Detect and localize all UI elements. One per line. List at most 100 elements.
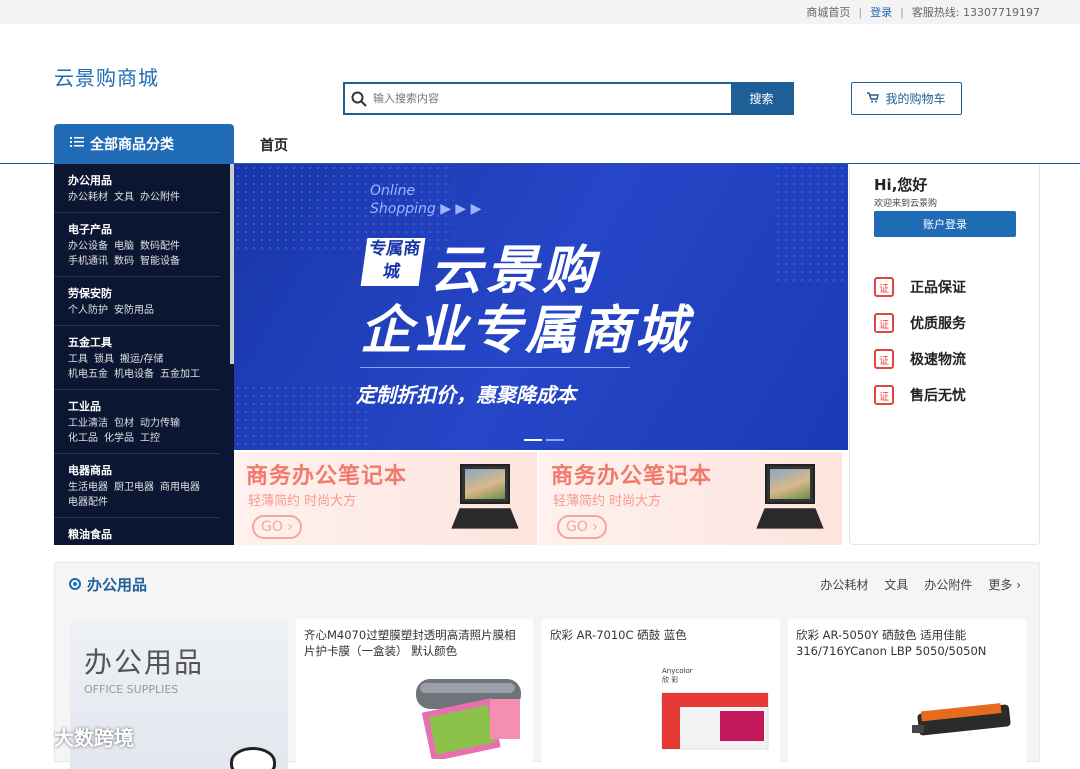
category-item[interactable]: 粮油食品 [54,518,220,545]
svg-text:Anycolor: Anycolor [662,667,693,675]
category-title[interactable]: 工业品 [68,398,206,414]
floor-banner-subtitle: OFFICE SUPPLIES [84,683,179,696]
product-card[interactable]: 欣彩 AR-7010C 硒鼓 蓝色 Anycolor 欣 彩 [542,619,780,769]
category-title[interactable]: 五金工具 [68,334,206,350]
subcategory-link[interactable]: 五金加工 [160,369,200,380]
category-item[interactable]: 电子产品 办公设备 电脑 数码配件手机通讯 数码 智能设备 [54,213,220,277]
promo-card[interactable]: 商务办公笔记本 轻薄简约 时尚大方 GO › [234,452,537,545]
floor-link[interactable]: 办公耗材 [820,576,868,593]
promo-go-button[interactable]: GO › [252,515,302,539]
subcategory-link[interactable]: 工具 [68,354,88,365]
category-item[interactable]: 五金工具 工具 锁具 搬运/存储机电五金 机电设备 五金加工 [54,326,220,390]
laptop-image [756,464,824,530]
feature-label: 极速物流 [910,352,966,368]
category-title[interactable]: 劳保安防 [68,285,206,301]
dot-pattern [234,384,374,450]
product-card[interactable]: 欣彩 AR-5050Y 硒鼓色 适用佳能316/716YCanon LBP 50… [788,619,1026,769]
feature-item: 证极速物流 [874,349,966,369]
subcategory-link[interactable]: 化学品 [104,433,134,444]
hero-banner[interactable]: Online Shopping ▶ ▶ ▶ 专属商城 云景购 企业专属商城 定制折… [234,164,848,450]
carousel-indicators[interactable] [524,439,564,441]
category-item[interactable]: 工业品 工业清洁 包材 动力传输化工品 化学品 工控 [54,390,220,454]
subcategory-link[interactable]: 商用电器 [160,482,200,493]
subcategory-link[interactable]: 智能设备 [140,256,180,267]
subcategory-link[interactable]: 厨卫电器 [114,482,154,493]
certificate-icon: 证 [874,349,894,369]
certificate-icon: 证 [874,277,894,297]
category-title[interactable]: 粮油食品 [68,526,206,542]
subcategory-link[interactable]: 锁具 [94,354,114,365]
search-bar: 搜索 [343,82,794,115]
subcategory-link[interactable]: 包材 [114,418,134,429]
site-logo[interactable]: 云景购商城 [54,62,159,91]
subcategory-link[interactable]: 工业清洁 [68,418,108,429]
cart-label: 我的购物车 [885,92,946,106]
mall-home-link[interactable]: 商城首页 [806,4,850,20]
subcategory-link[interactable]: 文具 [114,192,134,203]
search-icon [345,84,373,113]
subcategory-link[interactable]: 办公耗材 [68,192,108,203]
category-item[interactable]: 劳保安防 个人防护 安防用品 [54,277,220,326]
floor-banner-title: 办公用品 [84,646,205,679]
category-item[interactable]: 电器商品 生活电器 厨卫电器 商用电器电器配件 [54,454,220,518]
bullet-icon [69,578,81,590]
category-title[interactable]: 办公用品 [68,172,206,188]
floor-link[interactable]: 办公附件 [924,576,972,593]
greeting: Hi,您好 [874,176,928,194]
product-card[interactable]: 齐心M4070过塑膜塑封透明高清照片膜相片护卡膜（一盒装） 默认颜色 [296,619,533,769]
carousel-dot[interactable] [524,439,542,441]
product-name[interactable]: 齐心M4070过塑膜塑封透明高清照片膜相片护卡膜（一盒装） 默认颜色 [296,619,533,659]
search-button[interactable]: 搜索 [731,84,792,113]
certificate-icon: 证 [874,313,894,333]
subcategory-link[interactable]: 机电设备 [114,369,154,380]
header: 云景购商城 搜索 我的购物车 [0,24,1080,124]
feature-label: 正品保证 [910,280,966,296]
category-item[interactable]: 办公用品 办公耗材 文具 办公附件 [54,164,220,213]
watermark-logo-icon [10,722,48,751]
subcategory-link[interactable]: 工控 [140,433,160,444]
divider: | [900,5,904,19]
more-link[interactable]: 更多 › [988,576,1021,593]
watermark-text: 大数跨境 [54,726,134,750]
toner-cartridge-image [912,703,1011,736]
nav-home-link[interactable]: 首页 [260,135,288,155]
subcategory-link[interactable]: 办公附件 [140,192,180,203]
product-name[interactable]: 欣彩 AR-7010C 硒鼓 蓝色 [542,619,780,643]
list-icon [70,136,84,152]
category-title[interactable]: 电器商品 [68,462,206,478]
subcategory-link[interactable]: 安防用品 [114,305,154,316]
laminator-image [416,679,521,759]
search-input[interactable] [373,84,731,113]
category-panel: 办公用品 办公耗材 文具 办公附件 电子产品 办公设备 电脑 数码配件手机通讯 数码 智能设… [54,164,234,545]
subcategory-link[interactable]: 个人防护 [68,305,108,316]
promo-go-button[interactable]: GO › [557,515,607,539]
certificate-icon: 证 [874,385,894,405]
promo-subtitle: 轻薄简约 时尚大方 [553,494,662,509]
subcategory-link[interactable]: 搬运/存储 [120,354,163,365]
all-categories-button[interactable]: 全部商品分类 [54,124,234,164]
subcategory-link[interactable]: 机电五金 [68,369,108,380]
floor-link[interactable]: 文具 [884,576,908,593]
account-login-button[interactable]: 账户登录 [874,211,1016,237]
carousel-dot[interactable] [546,439,564,441]
category-title[interactable]: 电子产品 [68,221,206,237]
subcategory-link[interactable]: 生活电器 [68,482,108,493]
subcategory-link[interactable]: 数码 [114,256,134,267]
promo-subtitle: 轻薄简约 时尚大方 [248,494,357,509]
product-name[interactable]: 欣彩 AR-5050Y 硒鼓色 适用佳能316/716YCanon LBP 50… [788,619,1026,659]
subcategory-link[interactable]: 办公设备 [68,241,108,252]
promo-card[interactable]: 商务办公笔记本 轻薄简约 时尚大方 GO › [539,452,842,545]
subcategory-link[interactable]: 电脑 [114,241,134,252]
subcategory-link[interactable]: 数码配件 [140,241,180,252]
subcategory-link[interactable]: 化工品 [68,433,98,444]
login-link[interactable]: 登录 [870,4,892,20]
feature-item: 证正品保证 [874,277,966,297]
subcategory-link[interactable]: 手机通讯 [68,256,108,267]
cart-button[interactable]: 我的购物车 [851,82,962,115]
subcategory-link[interactable]: 动力传输 [140,418,180,429]
promo-title: 商务办公笔记本 [551,464,713,489]
feature-item: 证售后无忧 [874,385,966,405]
promo-title: 商务办公笔记本 [246,464,408,489]
subcategory-link[interactable]: 电器配件 [68,497,108,508]
divider: | [858,5,863,19]
